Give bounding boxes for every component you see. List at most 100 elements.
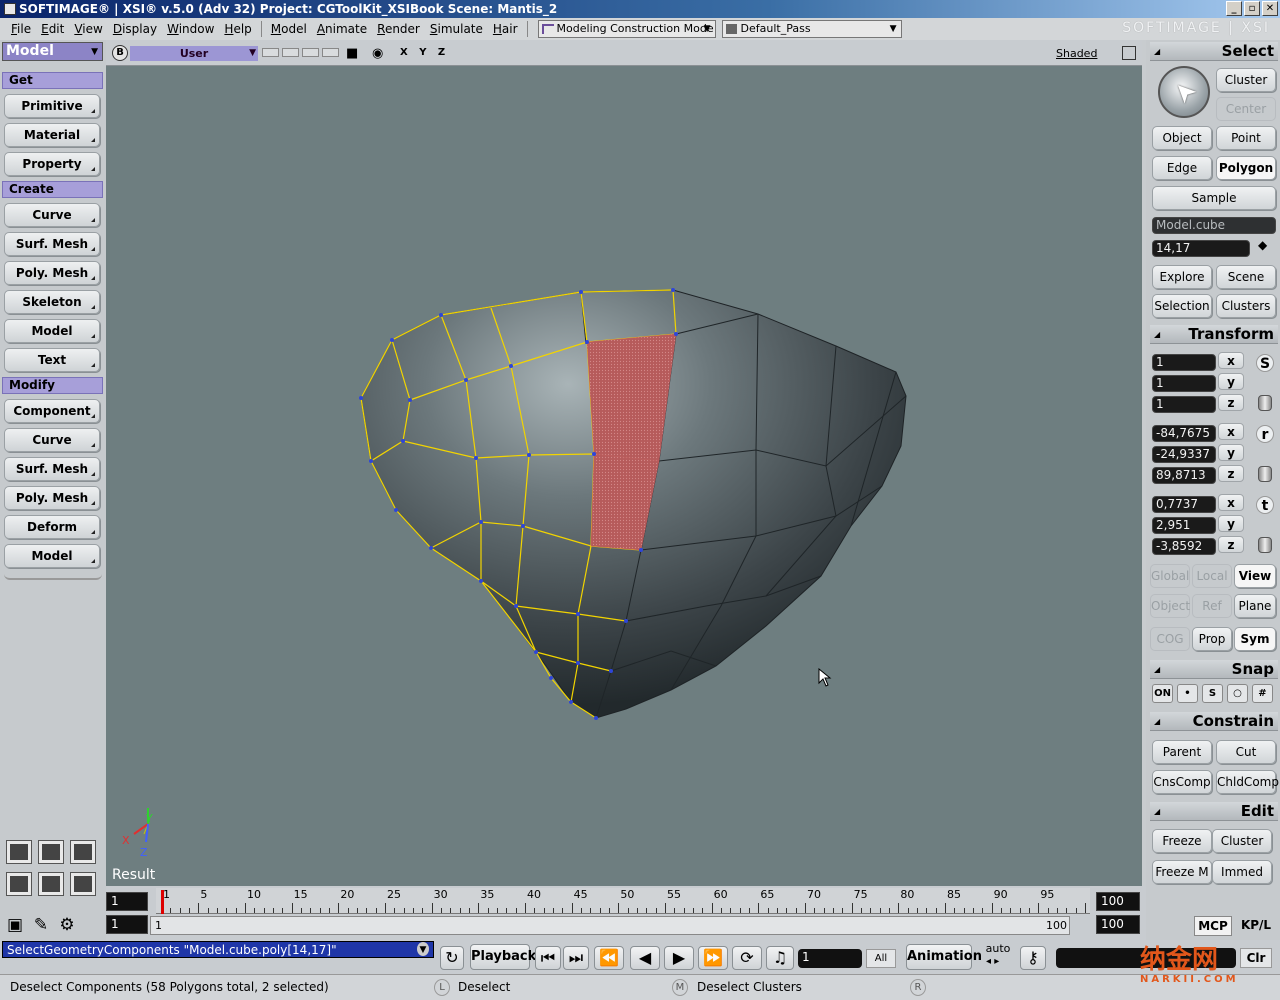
select-edge-button[interactable]: Edge [1152, 156, 1212, 180]
select-sample-button[interactable]: Sample [1152, 186, 1276, 210]
menu-view[interactable]: View [69, 22, 107, 36]
next-key-icon[interactable]: ⏩ [698, 946, 728, 970]
prop-button[interactable]: Prop [1192, 627, 1232, 651]
select-cluster-button[interactable]: Cluster [1216, 68, 1276, 92]
modify-curve-button[interactable]: Curve [4, 428, 100, 452]
snap-on-toggle[interactable]: ON [1152, 684, 1173, 703]
reference-object-button[interactable]: Object [1150, 594, 1190, 618]
translation-z-axis-button[interactable]: z [1218, 536, 1244, 553]
menu-hair[interactable]: Hair [488, 22, 523, 36]
create-surf-mesh-button[interactable]: Surf. Mesh [4, 232, 100, 256]
chldcomp-button[interactable]: ChldComp [1216, 770, 1279, 794]
rotation-z-axis-button[interactable]: z [1218, 465, 1244, 482]
layout-vertical-icon[interactable] [38, 872, 64, 896]
snap-surface-icon[interactable]: ○ [1227, 684, 1248, 703]
parent-button[interactable]: Parent [1152, 740, 1212, 764]
maximize-viewport-icon[interactable] [1122, 46, 1136, 60]
create-curve-button[interactable]: Curve [4, 203, 100, 227]
transform-section-header[interactable]: Transform [1150, 325, 1278, 344]
edit-cluster-button[interactable]: Cluster [1212, 829, 1272, 853]
audio-icon[interactable]: ♫ [766, 946, 794, 970]
timeline-ruler[interactable]: 1 5 10 15 20 25 30 35 40 45 50 55 60 65 70 75 80 85 90 95 [156, 888, 1090, 914]
script-editor-icon[interactable]: ↻ [440, 946, 464, 970]
menu-simulate[interactable]: Simulate [425, 22, 488, 36]
reference-local-button[interactable]: Local [1192, 564, 1232, 588]
timeline-range-slider[interactable]: 1 100 [150, 916, 1070, 935]
select-point-button[interactable]: Point [1216, 126, 1276, 150]
explore-button[interactable]: Explore [1152, 265, 1212, 289]
memo-slot[interactable] [262, 48, 279, 57]
edit-section-header[interactable]: Edit [1150, 802, 1278, 821]
camera-select[interactable]: User [130, 46, 258, 61]
reference-global-button[interactable]: Global [1150, 564, 1190, 588]
first-frame-icon[interactable]: ⏮ [535, 946, 561, 970]
minimize-button[interactable]: _ [1226, 1, 1242, 16]
modify-component-button[interactable]: Component [4, 399, 100, 423]
translation-slider-icon[interactable] [1258, 537, 1272, 553]
freeze-m-button[interactable]: Freeze M [1152, 860, 1212, 884]
reference-plane-button[interactable]: Plane [1234, 594, 1276, 618]
translation-x-axis-button[interactable]: x [1218, 494, 1244, 511]
immed-button[interactable]: Immed [1212, 860, 1272, 884]
render-region-icon[interactable]: ⚙ [56, 914, 78, 936]
scale-z-field[interactable]: 1 [1152, 396, 1216, 413]
last-frame-icon[interactable]: ⏭ [563, 946, 589, 970]
scale-y-axis-button[interactable]: y [1218, 373, 1244, 390]
rotation-slider-icon[interactable] [1258, 466, 1272, 482]
loop-icon[interactable]: ⟳ [732, 946, 762, 970]
reference-ref-button[interactable]: Ref [1192, 594, 1232, 618]
menu-display[interactable]: Display [108, 22, 162, 36]
command-line-field[interactable]: SelectGeometryComponents "Model.cube.pol… [2, 941, 434, 958]
range-start-field[interactable]: 1 [106, 915, 148, 934]
selection-step-arrows-icon[interactable]: ◆ [1258, 238, 1267, 252]
scale-z-axis-button[interactable]: z [1218, 394, 1244, 411]
render-pass-select[interactable]: Default_Pass [721, 20, 902, 38]
previous-key-icon[interactable]: ⏪ [594, 946, 624, 970]
snap-grid-icon[interactable]: # [1252, 684, 1273, 703]
play-forward-icon[interactable]: ▶ [664, 946, 694, 970]
memo-slot[interactable] [282, 48, 299, 57]
scale-x-axis-button[interactable]: x [1218, 352, 1244, 369]
sym-button[interactable]: Sym [1234, 627, 1276, 651]
select-object-button[interactable]: Object [1152, 126, 1212, 150]
module-select[interactable]: Model [2, 42, 103, 61]
scene-button[interactable]: Scene [1216, 265, 1276, 289]
select-center-button[interactable]: Center [1216, 97, 1276, 121]
modify-model-button[interactable]: Model [4, 544, 100, 568]
animation-menu-button[interactable]: Animation [906, 944, 982, 970]
menu-edit[interactable]: Edit [36, 22, 69, 36]
translation-z-field[interactable]: -3,8592 [1152, 538, 1216, 555]
create-text-button[interactable]: Text [4, 348, 100, 372]
rotation-y-field[interactable]: -24,9337 [1152, 446, 1216, 463]
translate-mode-button[interactable]: t [1256, 496, 1274, 514]
selection-name-field[interactable]: Model.cube [1152, 217, 1276, 234]
layout-single-icon[interactable] [6, 840, 32, 864]
snap-section-header[interactable]: Snap [1150, 660, 1278, 679]
memo-slot[interactable] [322, 48, 339, 57]
create-model-button[interactable]: Model [4, 319, 100, 343]
translation-y-axis-button[interactable]: y [1218, 515, 1244, 532]
cnscomp-button[interactable]: CnsComp [1152, 770, 1212, 794]
scale-y-field[interactable]: 1 [1152, 375, 1216, 392]
mcp-tab[interactable]: MCP [1194, 916, 1232, 936]
get-material-button[interactable]: Material [4, 123, 100, 147]
translation-y-field[interactable]: 2,951 [1152, 517, 1216, 534]
timeline-end-field[interactable]: 100 [1096, 892, 1140, 911]
menu-file[interactable]: File [6, 22, 36, 36]
menu-animate[interactable]: Animate [312, 22, 372, 36]
scale-x-field[interactable]: 1 [1152, 354, 1216, 371]
section-modify[interactable]: Modify [2, 377, 103, 394]
viewport-letter-button[interactable]: B [112, 45, 128, 61]
eye-icon[interactable]: ◉ [372, 46, 383, 61]
construction-mode-select[interactable]: Modeling Construction Mode [537, 20, 716, 38]
rotate-mode-button[interactable]: r [1256, 425, 1274, 443]
modify-poly-mesh-button[interactable]: Poly. Mesh [4, 486, 100, 510]
3d-viewport[interactable]: Y X Z Result [106, 66, 1142, 886]
clear-button[interactable]: Clr [1240, 948, 1272, 968]
selection-button[interactable]: Selection [1152, 294, 1212, 318]
menu-window[interactable]: Window [162, 22, 219, 36]
layout-split-icon[interactable] [38, 840, 64, 864]
play-backward-icon[interactable]: ◀ [630, 946, 660, 970]
restore-button[interactable]: ▫ [1244, 1, 1260, 16]
snap-curve-icon[interactable]: S [1202, 684, 1223, 703]
